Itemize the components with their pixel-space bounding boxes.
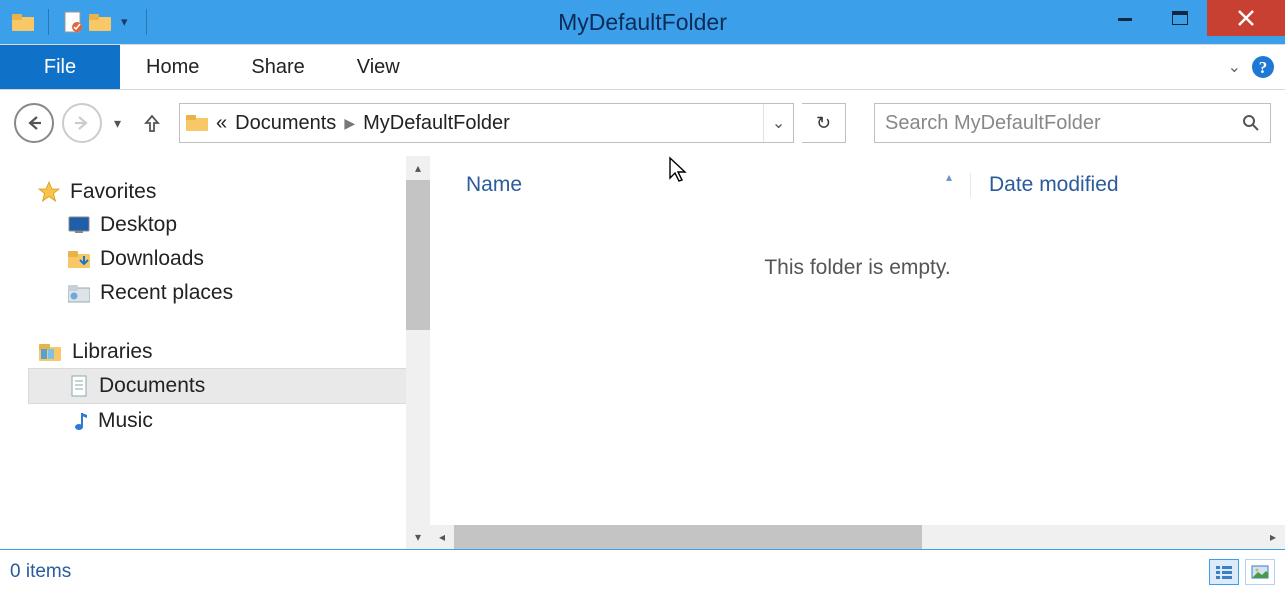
explorer-window: ▾ MyDefaultFolder File Home Share View ⌄…	[0, 0, 1285, 593]
libraries-group: Libraries Documents Music	[38, 336, 430, 438]
ribbon-tabs: File Home Share View ⌄ ?	[0, 44, 1285, 90]
breadcrumb-parent[interactable]: Documents	[235, 112, 336, 135]
downloads-icon	[68, 249, 90, 269]
tree-item-recent-places[interactable]: Recent places	[38, 276, 430, 310]
file-list-pane[interactable]: Name ▴ Date modified This folder is empt…	[430, 156, 1285, 549]
sort-indicator-icon: ▴	[946, 170, 952, 184]
address-dropdown-button[interactable]: ⌄	[763, 104, 793, 142]
favorites-header[interactable]: Favorites	[38, 176, 430, 208]
horizontal-scrollbar[interactable]: ◂ ▸	[430, 525, 1285, 549]
scroll-left-icon[interactable]: ◂	[430, 530, 454, 544]
forward-button[interactable]	[62, 103, 102, 143]
separator	[48, 9, 49, 35]
refresh-button[interactable]: ↻	[802, 103, 846, 143]
qat-dropdown-icon[interactable]: ▾	[117, 14, 132, 30]
new-folder-icon[interactable]	[89, 12, 111, 32]
title-bar[interactable]: ▾ MyDefaultFolder	[0, 0, 1285, 44]
tab-share[interactable]: Share	[225, 45, 330, 89]
star-icon	[38, 181, 60, 203]
up-button[interactable]	[133, 113, 171, 133]
scroll-up-icon[interactable]: ▴	[406, 156, 430, 180]
svg-text:?: ?	[1259, 58, 1268, 77]
desktop-icon	[68, 216, 90, 234]
tab-view[interactable]: View	[331, 45, 426, 89]
quick-access-toolbar: ▾	[0, 0, 155, 44]
tree-item-downloads[interactable]: Downloads	[38, 242, 430, 276]
empty-folder-message: This folder is empty.	[430, 256, 1285, 280]
back-button[interactable]	[14, 103, 54, 143]
search-input[interactable]: Search MyDefaultFolder	[874, 103, 1271, 143]
properties-icon[interactable]	[63, 11, 83, 33]
help-icon[interactable]: ?	[1251, 55, 1275, 79]
tree-item-documents[interactable]: Documents	[28, 368, 430, 404]
tree-scrollbar[interactable]: ▴ ▾	[406, 156, 430, 549]
navigation-pane[interactable]: Favorites Desktop Downloads	[0, 156, 430, 549]
scroll-right-icon[interactable]: ▸	[1261, 530, 1285, 544]
folder-icon	[12, 12, 34, 32]
favorites-label: Favorites	[70, 180, 156, 204]
chevron-right-icon[interactable]: ▶	[344, 115, 355, 132]
favorites-group: Favorites Desktop Downloads	[38, 176, 430, 310]
tree-item-label: Downloads	[100, 247, 204, 271]
item-count: 0 items	[10, 561, 71, 583]
folder-icon	[186, 114, 208, 132]
scroll-down-icon[interactable]: ▾	[406, 525, 430, 549]
breadcrumb: « Documents ▶ MyDefaultFolder	[216, 112, 510, 135]
breadcrumb-current[interactable]: MyDefaultFolder	[363, 112, 510, 135]
tree-item-label: Documents	[99, 374, 205, 398]
libraries-icon	[38, 341, 62, 363]
status-bar: 0 items	[0, 549, 1285, 593]
tree-item-music[interactable]: Music	[38, 404, 430, 438]
music-icon	[68, 410, 88, 432]
recent-places-icon	[68, 283, 90, 303]
document-icon	[69, 375, 89, 397]
minimize-button[interactable]	[1097, 0, 1152, 36]
tab-home[interactable]: Home	[120, 45, 225, 89]
column-headers: Name ▴ Date modified	[430, 156, 1285, 206]
address-bar[interactable]: « Documents ▶ MyDefaultFolder ⌄	[179, 103, 794, 143]
ribbon-expand-icon[interactable]: ⌄	[1228, 57, 1241, 77]
separator	[146, 9, 147, 35]
scroll-thumb[interactable]	[406, 180, 430, 330]
window-title: MyDefaultFolder	[0, 0, 1285, 44]
recent-locations-button[interactable]: ▾	[110, 115, 125, 132]
tree-item-label: Music	[98, 409, 153, 433]
scroll-thumb[interactable]	[454, 525, 922, 549]
close-button[interactable]	[1207, 0, 1285, 36]
view-switcher	[1209, 559, 1275, 585]
tree-item-desktop[interactable]: Desktop	[38, 208, 430, 242]
search-icon[interactable]	[1242, 114, 1260, 132]
column-name[interactable]: Name ▴	[430, 173, 970, 197]
content-body: Favorites Desktop Downloads	[0, 156, 1285, 549]
column-date-label: Date modified	[989, 173, 1119, 196]
libraries-header[interactable]: Libraries	[38, 336, 430, 368]
navigation-row: ▾ « Documents ▶ MyDefaultFolder ⌄ ↻ Sear…	[0, 90, 1285, 156]
breadcrumb-overflow[interactable]: «	[216, 112, 227, 135]
tree-item-label: Desktop	[100, 213, 177, 237]
libraries-label: Libraries	[72, 340, 153, 364]
window-controls	[1097, 0, 1285, 44]
thumbnails-view-button[interactable]	[1245, 559, 1275, 585]
tree-item-label: Recent places	[100, 281, 233, 305]
search-placeholder: Search MyDefaultFolder	[885, 112, 1242, 135]
maximize-button[interactable]	[1152, 0, 1207, 36]
column-date-modified[interactable]: Date modified	[970, 173, 1285, 197]
file-tab[interactable]: File	[0, 45, 120, 89]
scroll-track[interactable]	[454, 525, 1261, 549]
details-view-button[interactable]	[1209, 559, 1239, 585]
column-name-label: Name	[466, 173, 522, 196]
